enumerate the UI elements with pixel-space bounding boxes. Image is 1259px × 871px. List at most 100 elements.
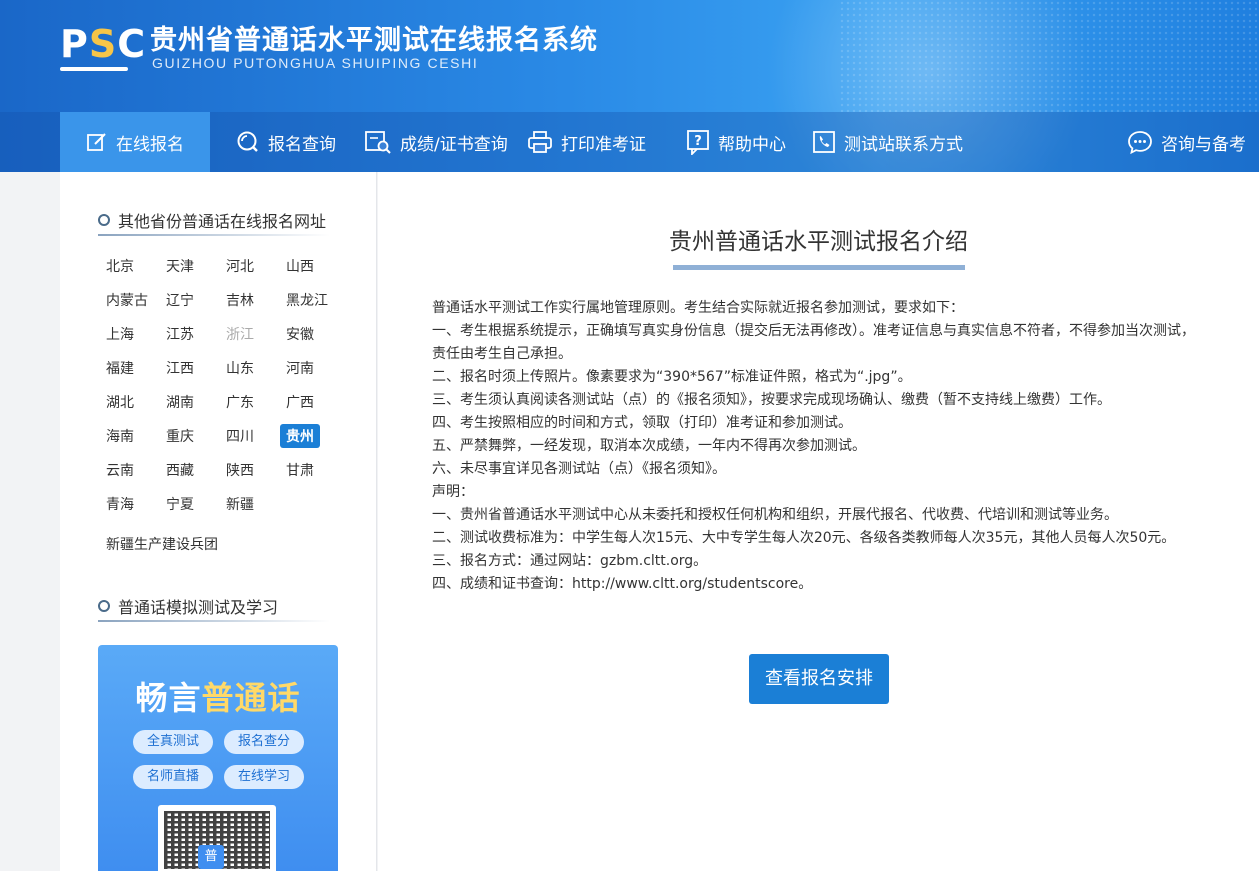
circle-bullet-icon: [98, 600, 110, 612]
sidebar: 其他省份普通话在线报名网址 北京 天津 河北 山西内蒙古 辽宁 吉林 黑龙江上海 江苏 浙江 安徽…: [60, 172, 377, 871]
svg-text:?: ?: [694, 134, 702, 149]
nav-label: 帮助中心: [718, 134, 786, 155]
intro-line: 四、考生按照相应的时间和方式，领取（打印）准考证和参加测试。: [432, 415, 852, 431]
intro-line: 普通话水平测试工作实行属地管理原则。考生结合实际就近报名参加测试，要求如下：: [432, 300, 964, 316]
section-title-text: 其他省份普通话在线报名网址: [118, 212, 327, 231]
nav-label: 测试站联系方式: [844, 134, 963, 155]
province-link[interactable]: 重庆: [160, 424, 200, 448]
nav-item-online-registration[interactable]: 在线报名: [60, 112, 210, 172]
promo-pill-score-query[interactable]: 报名查分: [224, 730, 304, 754]
province-link[interactable]: 黑龙江: [280, 288, 334, 312]
province-link[interactable]: 新疆: [220, 492, 260, 516]
logo-letter-p: P: [60, 22, 89, 66]
province-link[interactable]: 广东: [220, 390, 260, 414]
psc-logo[interactable]: PSC: [60, 22, 145, 72]
site-subtitle: GUIZHOU PUTONGHUA SHUIPING CESHI: [152, 55, 479, 71]
promo-banner-changyan[interactable]: 畅言普通话 全真测试 报名查分 名师直播 在线学习 普: [98, 645, 338, 871]
intro-line: 声明：: [432, 484, 474, 500]
circle-bullet-icon: [98, 214, 110, 226]
logo-letter-s: S: [88, 22, 118, 66]
province-link[interactable]: 江苏: [160, 322, 200, 346]
intro-line: 四、成绩和证书查询：http://www.cltt.org/studentsco…: [432, 576, 813, 592]
promo-title-part-b: 普通话: [201, 679, 301, 717]
promo-title: 畅言普通话: [98, 673, 338, 719]
promo-pill-online-learning[interactable]: 在线学习: [224, 765, 304, 789]
province-link[interactable]: 天津: [160, 254, 200, 278]
promo-pill-full-test[interactable]: 全真测试: [133, 730, 213, 754]
intro-line: 三、报名方式：通过网站：gzbm.cltt.org。: [432, 553, 708, 569]
province-link[interactable]: 贵州: [280, 424, 320, 448]
nav-label: 成绩/证书查询: [400, 134, 508, 155]
logo-book-bar: [60, 67, 128, 71]
search-icon: [237, 131, 258, 152]
view-schedule-button[interactable]: 查看报名安排: [749, 654, 889, 704]
header-world-map-dots: [839, 0, 1259, 112]
province-link[interactable]: 河北: [220, 254, 260, 278]
edit-icon: [87, 133, 106, 151]
nav-item-test-station-contacts[interactable]: 测试站联系方式: [812, 112, 963, 172]
province-link[interactable]: 甘肃: [280, 458, 320, 482]
intro-line: 五、严禁舞弊，一经发现，取消本次成绩，一年内不得再次参加测试。: [432, 438, 866, 454]
province-link[interactable]: 河南: [280, 356, 320, 380]
promo-pill-live-lessons[interactable]: 名师直播: [133, 765, 213, 789]
province-link[interactable]: 山东: [220, 356, 260, 380]
title-underline: [673, 265, 965, 270]
chat-icon: [1128, 131, 1152, 155]
main-nav: 在线报名 报名查询 成绩/证书查询 打印准考证 ? 帮助中心 测试站联系方式 咨…: [0, 112, 1259, 172]
intro-line: 一、考生根据系统提示，正确填写真实身份信息（提交后无法再修改）。准考证信息与真实…: [432, 323, 1195, 339]
page-title: 贵州普通话水平测试报名介绍: [669, 229, 968, 255]
province-link-xinjiang-bingtuan[interactable]: 新疆生产建设兵团: [100, 532, 224, 556]
province-link[interactable]: 北京: [100, 254, 140, 278]
nav-item-help-center[interactable]: ? 帮助中心: [686, 112, 786, 172]
province-link[interactable]: 四川: [220, 424, 260, 448]
section-divider: [98, 620, 330, 622]
province-link[interactable]: 宁夏: [160, 492, 200, 516]
logo-letter-c: C: [117, 22, 147, 66]
site-header: PSC 贵州省普通话水平测试在线报名系统 GUIZHOU PUTONGHUA S…: [0, 0, 1259, 172]
province-link[interactable]: 浙江: [220, 322, 260, 346]
intro-line: 六、未尽事宜详见各测试站（点）《报名须知》。: [432, 461, 726, 477]
province-link[interactable]: 辽宁: [160, 288, 200, 312]
site-title: 贵州省普通话水平测试在线报名系统: [150, 25, 598, 56]
province-link[interactable]: 湖北: [100, 390, 140, 414]
nav-label: 打印准考证: [561, 134, 646, 155]
section-title-mock-test: 普通话模拟测试及学习: [98, 594, 278, 618]
certificate-search-icon: [365, 131, 391, 154]
nav-label: 报名查询: [268, 134, 336, 155]
main-content: 贵州普通话水平测试报名介绍 普通话水平测试工作实行属地管理原则。考生结合实际就近…: [378, 172, 1259, 871]
nav-label: 在线报名: [116, 134, 184, 155]
province-link[interactable]: 安徽: [280, 322, 320, 346]
province-link[interactable]: 云南: [100, 458, 140, 482]
intro-line: 责任由考生自己承担。: [432, 346, 572, 362]
intro-line: 二、报名时须上传照片。像素要求为“390*567”标准证件照，格式为“.jpg”…: [432, 369, 912, 385]
province-link[interactable]: 山西: [280, 254, 320, 278]
province-link[interactable]: 广西: [280, 390, 320, 414]
printer-icon: [528, 131, 552, 153]
province-link[interactable]: 福建: [100, 356, 140, 380]
phone-icon: [813, 131, 835, 153]
promo-title-part-a: 畅言: [135, 679, 202, 717]
province-link[interactable]: 海南: [100, 424, 140, 448]
help-icon: ?: [687, 130, 709, 155]
nav-item-consultation-preparation[interactable]: 咨询与备考: [1127, 112, 1246, 172]
intro-text: 普通话水平测试工作实行属地管理原则。考生结合实际就近报名参加测试，要求如下： 一、…: [432, 297, 1222, 596]
province-link[interactable]: 陕西: [220, 458, 260, 482]
qr-badge: 普: [198, 845, 224, 869]
province-link[interactable]: 青海: [100, 492, 140, 516]
nav-label: 咨询与备考: [1161, 134, 1246, 155]
province-link[interactable]: 上海: [100, 322, 140, 346]
province-link[interactable]: 吉林: [220, 288, 260, 312]
nav-item-print-admission-ticket[interactable]: 打印准考证: [527, 112, 646, 172]
section-title-text: 普通话模拟测试及学习: [118, 598, 279, 617]
section-divider: [98, 234, 330, 236]
section-title-other-provinces: 其他省份普通话在线报名网址: [98, 208, 326, 232]
province-link[interactable]: 西藏: [160, 458, 200, 482]
province-link[interactable]: 江西: [160, 356, 200, 380]
province-link[interactable]: 内蒙古: [100, 288, 154, 312]
province-link[interactable]: 湖南: [160, 390, 200, 414]
intro-line: 二、测试收费标准为：中学生每人次15元、大中专学生每人次20元、各级各类教师每人…: [432, 530, 1176, 546]
qr-code: 普: [158, 805, 276, 871]
intro-line: 一、贵州省普通话水平测试中心从未委托和授权任何机构和组织，开展代报名、代收费、代…: [432, 507, 1118, 523]
nav-item-score-certificate-query[interactable]: 成绩/证书查询: [364, 112, 508, 172]
nav-item-registration-query[interactable]: 报名查询: [236, 112, 336, 172]
